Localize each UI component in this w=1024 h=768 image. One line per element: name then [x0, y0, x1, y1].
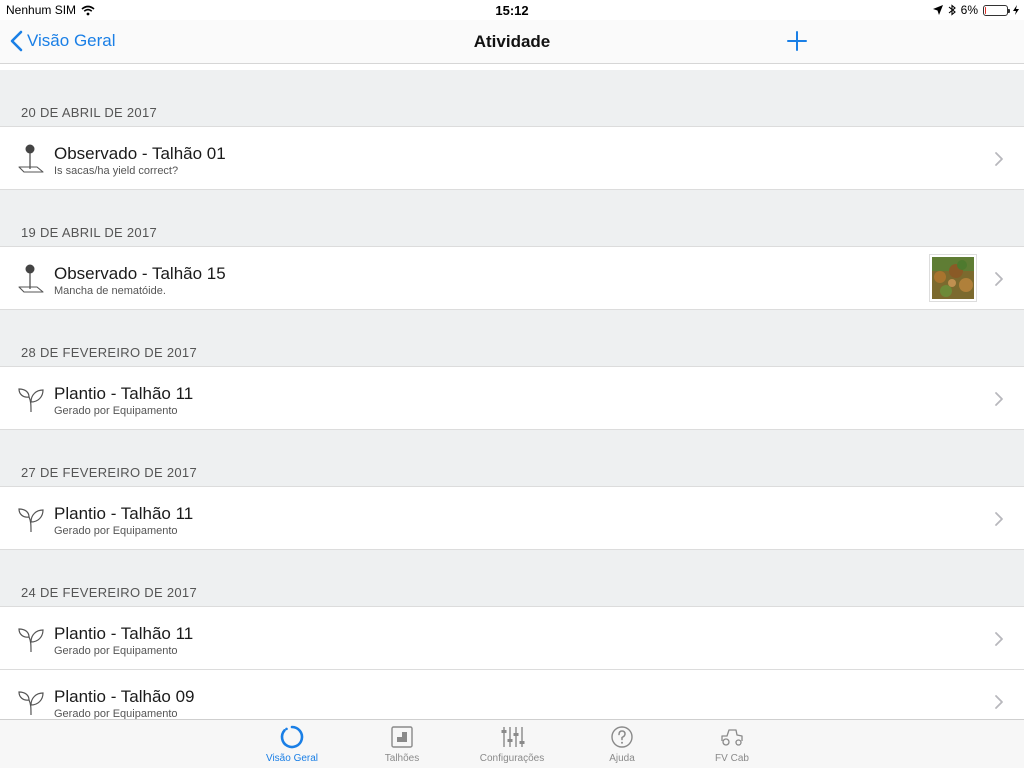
bluetooth-icon [948, 4, 956, 16]
crop-photo-image [932, 257, 974, 299]
fields-icon [391, 726, 413, 748]
activity-row[interactable]: Plantio - Talhão 09 Gerado por Equipament… [0, 669, 1024, 719]
activity-subtitle: Gerado por Equipamento [54, 405, 178, 417]
tab-label: FV Cab [715, 753, 749, 764]
activity-title: Observado - Talhão 15 [54, 264, 226, 283]
chevron-right-icon [995, 632, 1003, 646]
section-date-header: 24 DE FEVEREIRO DE 2017 [21, 585, 197, 600]
tab-bar: Visão Geral Talhões Configurações Ajuda FV C… [0, 719, 1024, 768]
add-icon[interactable] [786, 30, 808, 52]
activity-row[interactable]: Observado - Talhão 01 Is sacas/ha yield c… [0, 126, 1024, 190]
activity-title: Plantio - Talhão 11 [54, 384, 194, 403]
activity-row[interactable]: Plantio - Talhão 11 Gerado por Equipament… [0, 366, 1024, 430]
observation-pin-icon [18, 144, 44, 173]
status-bar: Nenhum SIM 15:12 6% [0, 0, 1024, 20]
section-date-header: 27 DE FEVEREIRO DE 2017 [21, 465, 197, 480]
activity-row[interactable]: Plantio - Talhão 11 Gerado por Equipament… [0, 486, 1024, 550]
chevron-right-icon [995, 392, 1003, 406]
activity-subtitle: Gerado por Equipamento [54, 645, 178, 657]
tab-help[interactable]: Ajuda [577, 724, 667, 764]
settings-sliders-icon [501, 727, 525, 747]
tab-overview[interactable]: Visão Geral [247, 724, 337, 764]
plant-sprout-icon [18, 388, 44, 413]
activity-title: Plantio - Talhão 11 [54, 624, 194, 643]
tractor-icon [721, 729, 743, 746]
observation-pin-icon [18, 264, 44, 293]
charging-bolt-icon [1013, 5, 1019, 15]
clock: 15:12 [495, 3, 529, 18]
navigation-bar: Visão Geral Atividade [0, 20, 1024, 64]
overview-icon [280, 725, 304, 749]
plant-sprout-icon [18, 508, 44, 533]
battery-icon [983, 4, 1010, 16]
activity-subtitle: Mancha de nematóide. [54, 285, 166, 297]
tab-label: Talhões [384, 753, 420, 764]
section-date-header: 20 DE ABRIL DE 2017 [21, 105, 158, 120]
chevron-right-icon [995, 695, 1003, 709]
tab-tractor[interactable]: FV Cab [687, 724, 777, 764]
photo-thumbnail[interactable] [930, 255, 976, 301]
battery-percent: 6% [960, 3, 978, 17]
chevron-right-icon [995, 272, 1003, 286]
activity-title: Observado - Talhão 01 [54, 144, 226, 163]
chevron-right-icon [995, 512, 1003, 526]
activity-row[interactable]: Observado - Talhão 15 Mancha de nematóide… [0, 246, 1024, 310]
activity-subtitle: Is sacas/ha yield correct? [54, 165, 179, 177]
page-title: Atividade [473, 32, 551, 51]
location-arrow-icon [932, 5, 943, 15]
activity-title: Plantio - Talhão 09 [54, 687, 195, 706]
activity-title: Plantio - Talhão 11 [54, 504, 194, 523]
tab-label: Ajuda [609, 753, 635, 764]
activity-subtitle: Gerado por Equipamento [54, 708, 178, 719]
chevron-right-icon [995, 152, 1003, 166]
activity-row[interactable]: Plantio - Talhão 11 Gerado por Equipament… [0, 606, 1024, 670]
section-date-header: 28 DE FEVEREIRO DE 2017 [21, 345, 197, 360]
battery-level [985, 6, 986, 14]
activity-list[interactable]: 20 DE ABRIL DE 2017 Observado - Talhão 01… [0, 70, 1024, 719]
tab-label: Configurações [479, 753, 545, 764]
activity-subtitle: Gerado por Equipamento [54, 525, 178, 537]
help-icon [611, 726, 633, 748]
tab-settings-sliders[interactable]: Configurações [467, 724, 557, 764]
tab-fields[interactable]: Talhões [357, 724, 447, 764]
plant-sprout-icon [18, 628, 44, 653]
tab-label: Visão Geral [265, 753, 319, 764]
section-date-header: 19 DE ABRIL DE 2017 [21, 225, 158, 240]
plant-sprout-icon [18, 691, 44, 716]
